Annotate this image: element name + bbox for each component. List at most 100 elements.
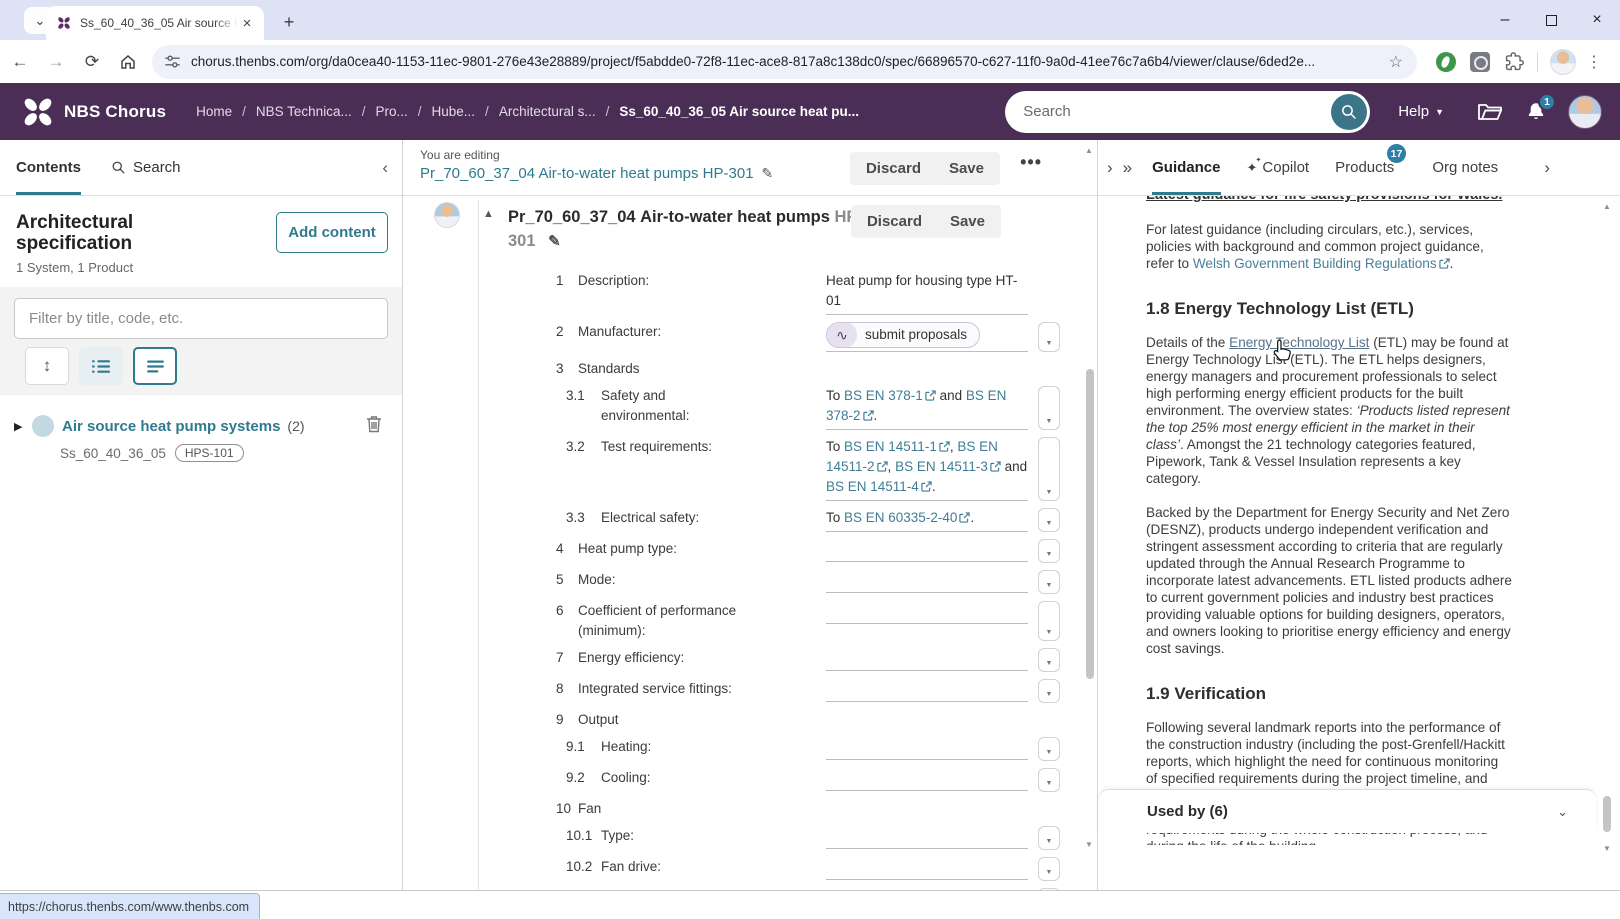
notifications-button[interactable]: 1: [1525, 101, 1547, 123]
main-scrollbar[interactable]: ▲ ▼: [1082, 140, 1098, 890]
clause-value[interactable]: To BS EN 14511-1, BS EN 14511-2, BS EN 1…: [826, 437, 1028, 501]
scroll-down-icon[interactable]: ▼: [1085, 840, 1093, 849]
submit-proposals-pill[interactable]: ∿submit proposals: [826, 322, 980, 348]
clause-value[interactable]: [826, 648, 1028, 671]
scroll-up-icon[interactable]: ▲: [1603, 202, 1611, 211]
text-link[interactable]: BS EN 378-1: [844, 388, 923, 403]
add-content-button[interactable]: Add content: [276, 212, 388, 253]
row-dropdown-button[interactable]: ▼: [1038, 322, 1060, 352]
expand-triangle-icon[interactable]: ▶: [14, 420, 32, 433]
breadcrumb-item[interactable]: Architectural s...: [499, 104, 596, 119]
clause-value[interactable]: [826, 679, 1028, 702]
new-tab-button[interactable]: +: [276, 9, 302, 35]
user-avatar[interactable]: [1568, 95, 1602, 129]
text-link[interactable]: BS EN 14511-3: [895, 459, 988, 474]
breadcrumb-item[interactable]: Home: [196, 104, 232, 119]
search-button[interactable]: [1331, 94, 1367, 130]
browser-profile-avatar[interactable]: [1550, 49, 1576, 75]
url-bar[interactable]: chorus.thenbs.com/org/da0cea40-1153-11ec…: [152, 45, 1417, 79]
site-settings-icon[interactable]: [164, 53, 181, 70]
used-by-bar[interactable]: Used by (6) ⌄: [1099, 789, 1596, 833]
panel-collapse-chevron-icon[interactable]: ›: [1107, 158, 1113, 178]
edit-pencil-icon[interactable]: ✎: [762, 165, 774, 182]
save-clause-button[interactable]: Save: [934, 205, 1001, 238]
close-window-button[interactable]: ×: [1574, 0, 1620, 40]
search-input[interactable]: [1023, 103, 1303, 120]
sidebar-tab-contents[interactable]: Contents: [16, 140, 81, 195]
clause-value[interactable]: [826, 570, 1028, 593]
browser-tab[interactable]: Ss_60_40_36_05 Air source heat ×: [46, 6, 264, 40]
row-dropdown-button[interactable]: ▼: [1038, 570, 1060, 594]
editing-item-link[interactable]: Pr_70_60_37_04 Air-to-water heat pumps H…: [420, 165, 773, 182]
tab-close-icon[interactable]: ×: [238, 14, 256, 32]
clause-value[interactable]: [826, 768, 1028, 791]
clause-value[interactable]: To BS EN 378-1 and BS EN 378-2.: [826, 386, 1028, 430]
breadcrumb-item[interactable]: Ss_60_40_36_05 Air source heat pu...: [619, 104, 859, 119]
row-dropdown-button[interactable]: ▼: [1038, 737, 1060, 761]
scrollbar-thumb[interactable]: [1603, 796, 1611, 832]
chevron-down-icon[interactable]: ⌄: [1557, 804, 1568, 820]
panel-expand-double-chevron-icon[interactable]: »: [1123, 158, 1132, 178]
row-dropdown-button[interactable]: ▼: [1038, 679, 1060, 703]
text-link[interactable]: BS EN 60335-2-40: [844, 510, 957, 525]
sidebar-tab-search[interactable]: Search: [111, 140, 181, 195]
row-dropdown-button[interactable]: ▼: [1038, 437, 1060, 501]
row-dropdown-button[interactable]: ▼: [1038, 768, 1060, 792]
row-dropdown-button[interactable]: ▼: [1038, 648, 1060, 672]
clause-value[interactable]: [826, 857, 1028, 880]
breadcrumb-item[interactable]: Hube...: [432, 104, 476, 119]
bookmark-star-icon[interactable]: ☆: [1385, 52, 1407, 72]
clause-value[interactable]: To BS EN 60335-2-40.: [826, 508, 1028, 532]
extensions-puzzle-icon[interactable]: [1502, 50, 1526, 74]
discard-button[interactable]: Discard: [850, 152, 937, 185]
browser-extension-icon-green[interactable]: [1434, 50, 1458, 74]
view-compact-list-button[interactable]: [133, 347, 177, 385]
breadcrumb-item[interactable]: Pro...: [375, 104, 407, 119]
tab-guidance[interactable]: Guidance: [1152, 140, 1220, 195]
help-button[interactable]: Help ▼: [1398, 103, 1444, 120]
clause-value[interactable]: Heat pump for housing type HT-01: [826, 271, 1028, 315]
row-dropdown-button[interactable]: ▼: [1038, 826, 1060, 850]
clause-value[interactable]: [826, 539, 1028, 562]
edit-clause-pencil-icon[interactable]: ✎: [548, 233, 561, 250]
row-dropdown-button[interactable]: ▼: [1038, 386, 1060, 430]
tabs-scroll-right-chevron-icon[interactable]: ›: [1544, 158, 1550, 178]
more-options-button[interactable]: •••: [1020, 152, 1042, 173]
discard-clause-button[interactable]: Discard: [851, 205, 938, 238]
home-button[interactable]: [112, 46, 144, 78]
delete-item-button[interactable]: [366, 415, 382, 433]
scroll-up-icon[interactable]: ▲: [1085, 146, 1093, 155]
row-dropdown-button[interactable]: ▼: [1038, 539, 1060, 563]
minimize-button[interactable]: –: [1482, 0, 1528, 40]
row-dropdown-button[interactable]: ▼: [1038, 857, 1060, 881]
filter-input[interactable]: [14, 298, 388, 339]
back-button[interactable]: ←: [4, 46, 36, 78]
clause-value[interactable]: ∿submit proposals: [826, 322, 1028, 352]
tab-copilot[interactable]: ✦Copilot: [1247, 140, 1310, 195]
collapse-clause-triangle-icon[interactable]: ▲: [483, 208, 494, 220]
browser-extension-icon-gray[interactable]: [1468, 50, 1492, 74]
refresh-button[interactable]: ⟳: [76, 46, 108, 78]
tab-products[interactable]: Products17: [1335, 140, 1394, 195]
browser-menu-icon[interactable]: ⋮: [1582, 52, 1612, 72]
tab-org-notes[interactable]: Org notes: [1432, 140, 1498, 195]
row-dropdown-button[interactable]: ▼: [1038, 601, 1060, 641]
maximize-button[interactable]: [1528, 0, 1574, 40]
text-link[interactable]: BS EN 14511-4: [826, 479, 919, 494]
save-button[interactable]: Save: [933, 152, 1000, 185]
brand-title[interactable]: NBS Chorus: [64, 102, 166, 122]
clause-value[interactable]: [826, 737, 1028, 760]
nbs-logo-icon[interactable]: [20, 94, 56, 130]
scrollbar-thumb[interactable]: [1086, 369, 1094, 679]
expand-collapse-button[interactable]: ↕: [25, 347, 69, 385]
collapse-sidebar-chevron-icon[interactable]: ‹: [382, 158, 388, 178]
tree-item-title[interactable]: Air source heat pump systems: [62, 418, 280, 435]
text-link[interactable]: Energy Technology List: [1229, 335, 1369, 350]
scroll-down-icon[interactable]: ▼: [1603, 844, 1611, 853]
clause-value[interactable]: [826, 601, 1028, 624]
url-text[interactable]: chorus.thenbs.com/org/da0cea40-1153-11ec…: [191, 54, 1385, 69]
clause-value[interactable]: [826, 826, 1028, 849]
row-dropdown-button[interactable]: ▼: [1038, 508, 1060, 532]
forward-button[interactable]: →: [40, 46, 72, 78]
breadcrumb-item[interactable]: NBS Technica...: [256, 104, 352, 119]
